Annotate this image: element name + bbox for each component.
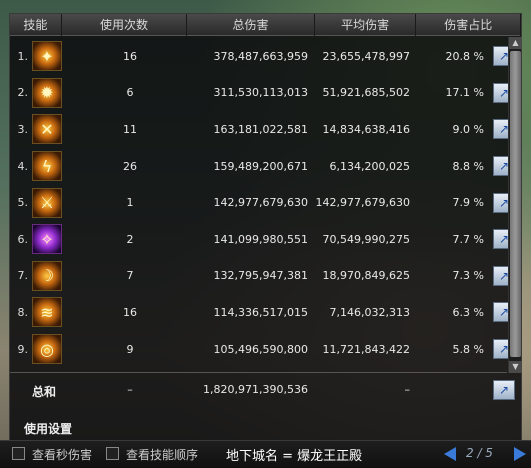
magic-pillar-icon: ✧: [32, 224, 62, 255]
row-count: 6: [126, 86, 134, 100]
table-row: 7. ☽ 7 132,795,947,381 18,970,849,625 7.…: [10, 258, 515, 295]
row-index: 5.: [17, 196, 29, 210]
sword-rush-icon: ⚔: [32, 187, 62, 218]
table-row: 2. ✹ 6 311,530,113,013 51,921,685,502 17…: [10, 75, 515, 112]
table-row: 9. ◎ 9 105,496,590,800 11,721,843,422 5.…: [10, 331, 515, 368]
skill-order-checkbox[interactable]: [106, 447, 119, 460]
flame-slash-icon: ✦: [32, 41, 62, 72]
row-total: 105,496,590,800: [213, 342, 308, 356]
scroll-thumb[interactable]: [510, 51, 521, 357]
prev-page-button[interactable]: [444, 447, 456, 461]
caret-up-icon: ▲: [512, 38, 519, 47]
fire-ring-icon: ◎: [32, 334, 62, 365]
totals-count: –: [127, 383, 133, 396]
row-index: 4.: [17, 159, 29, 173]
row-share: 20.8 %: [445, 49, 484, 63]
row-avg: 18,970,849,625: [322, 269, 410, 283]
row-count: 7: [126, 269, 134, 283]
skill-rows: 1. ✦ 16 378,487,663,959 23,655,478,997 2…: [10, 38, 515, 368]
row-avg: 14,834,638,416: [322, 122, 410, 136]
totals-avg: –: [404, 383, 411, 396]
arc-slash-icon: ☽: [32, 260, 62, 291]
row-count: 1: [126, 196, 134, 210]
flame-wave-icon: ≋: [32, 297, 62, 328]
row-index: 7.: [17, 269, 29, 283]
row-total: 163,181,022,581: [213, 122, 308, 136]
row-count: 16: [123, 49, 137, 63]
row-index: 9.: [17, 342, 29, 356]
row-avg: 51,921,685,502: [322, 86, 410, 100]
row-total: 114,336,517,015: [213, 305, 308, 319]
header-total: 总伤害: [187, 14, 315, 36]
row-index: 8.: [17, 305, 29, 319]
header-skill: 技能: [10, 14, 62, 36]
skill-order-checkbox-label[interactable]: 查看技能顺序: [126, 446, 198, 463]
row-total: 141,099,980,551: [213, 232, 308, 246]
row-avg: 7,146,032,313: [329, 305, 410, 319]
row-total: 311,530,113,013: [213, 86, 308, 100]
row-index: 1.: [17, 49, 29, 63]
totals-label: 总和: [32, 385, 57, 399]
table-row: 4. ϟ 26 159,489,200,671 6,134,200,025 8.…: [10, 148, 515, 185]
row-index: 3.: [17, 122, 29, 136]
table-row: 3. ✕ 11 163,181,022,581 14,834,638,416 9…: [10, 111, 515, 148]
table-scrollbar[interactable]: ▲ ▼: [508, 37, 522, 373]
table-header: 技能 使用次数 总伤害 平均伤害 伤害占比: [10, 14, 522, 36]
row-share: 7.3 %: [452, 269, 484, 283]
scroll-up-button[interactable]: ▲: [509, 37, 522, 49]
page-indicator: 2 / 5: [466, 446, 493, 460]
totals-row: 总和 – 1,820,971,390,536 – ↗: [10, 376, 515, 404]
row-avg: 142,977,679,630: [315, 196, 410, 210]
row-total: 159,489,200,671: [213, 159, 308, 173]
table-row: 6. ✧ 2 141,099,980,551 70,549,990,275 7.…: [10, 221, 515, 258]
row-avg: 6,134,200,025: [329, 159, 410, 173]
row-avg: 23,655,478,997: [322, 49, 410, 63]
dungeon-name: 地下城名 = 爆龙王正殿: [226, 449, 363, 464]
row-share: 7.7 %: [452, 232, 484, 246]
lightning-strike-icon: ϟ: [32, 151, 62, 182]
damage-stats-panel: 技能 使用次数 总伤害 平均伤害 伤害占比 1. ✦ 16 378,487,66…: [9, 13, 522, 453]
row-share: 5.8 %: [452, 342, 484, 356]
next-page-button[interactable]: [514, 447, 526, 461]
header-share: 伤害占比: [416, 14, 522, 36]
row-count: 9: [126, 342, 134, 356]
row-index: 2.: [17, 86, 29, 100]
divider: [10, 372, 507, 373]
row-index: 6.: [17, 232, 29, 246]
row-share: 17.1 %: [445, 86, 484, 100]
totals-total: 1,820,971,390,536: [203, 383, 308, 396]
row-share: 8.8 %: [452, 159, 484, 173]
cross-blade-icon: ✕: [32, 114, 62, 145]
table-row: 1. ✦ 16 378,487,663,959 23,655,478,997 2…: [10, 38, 515, 75]
row-count: 16: [123, 305, 137, 319]
table-row: 8. ≋ 16 114,336,517,015 7,146,032,313 6.…: [10, 294, 515, 331]
dps-checkbox-label[interactable]: 查看秒伤害: [32, 446, 92, 463]
header-count: 使用次数: [62, 14, 188, 36]
table-row: 5. ⚔ 1 142,977,679,630 142,977,679,630 7…: [10, 184, 515, 221]
row-count: 2: [126, 232, 134, 246]
row-share: 7.9 %: [452, 196, 484, 210]
settings-label: 使用设置: [24, 422, 73, 436]
row-share: 9.0 %: [452, 122, 484, 136]
row-avg: 11,721,843,422: [322, 342, 410, 356]
share-totals-button[interactable]: ↗: [493, 380, 515, 400]
dps-checkbox[interactable]: [12, 447, 25, 460]
fire-burst-icon: ✹: [32, 77, 62, 108]
row-total: 142,977,679,630: [213, 196, 308, 210]
row-avg: 70,549,990,275: [322, 232, 410, 246]
header-avg: 平均伤害: [315, 14, 417, 36]
row-total: 132,795,947,381: [213, 269, 308, 283]
share-icon: ↗: [498, 383, 510, 397]
caret-down-icon: ▼: [512, 362, 519, 371]
row-count: 26: [123, 159, 137, 173]
row-count: 11: [123, 122, 137, 136]
footer-bar: 查看秒伤害 查看技能顺序 地下城名 = 爆龙王正殿 2 / 5: [0, 440, 531, 468]
row-share: 6.3 %: [452, 305, 484, 319]
row-total: 378,487,663,959: [213, 49, 308, 63]
scroll-down-button[interactable]: ▼: [509, 361, 522, 373]
